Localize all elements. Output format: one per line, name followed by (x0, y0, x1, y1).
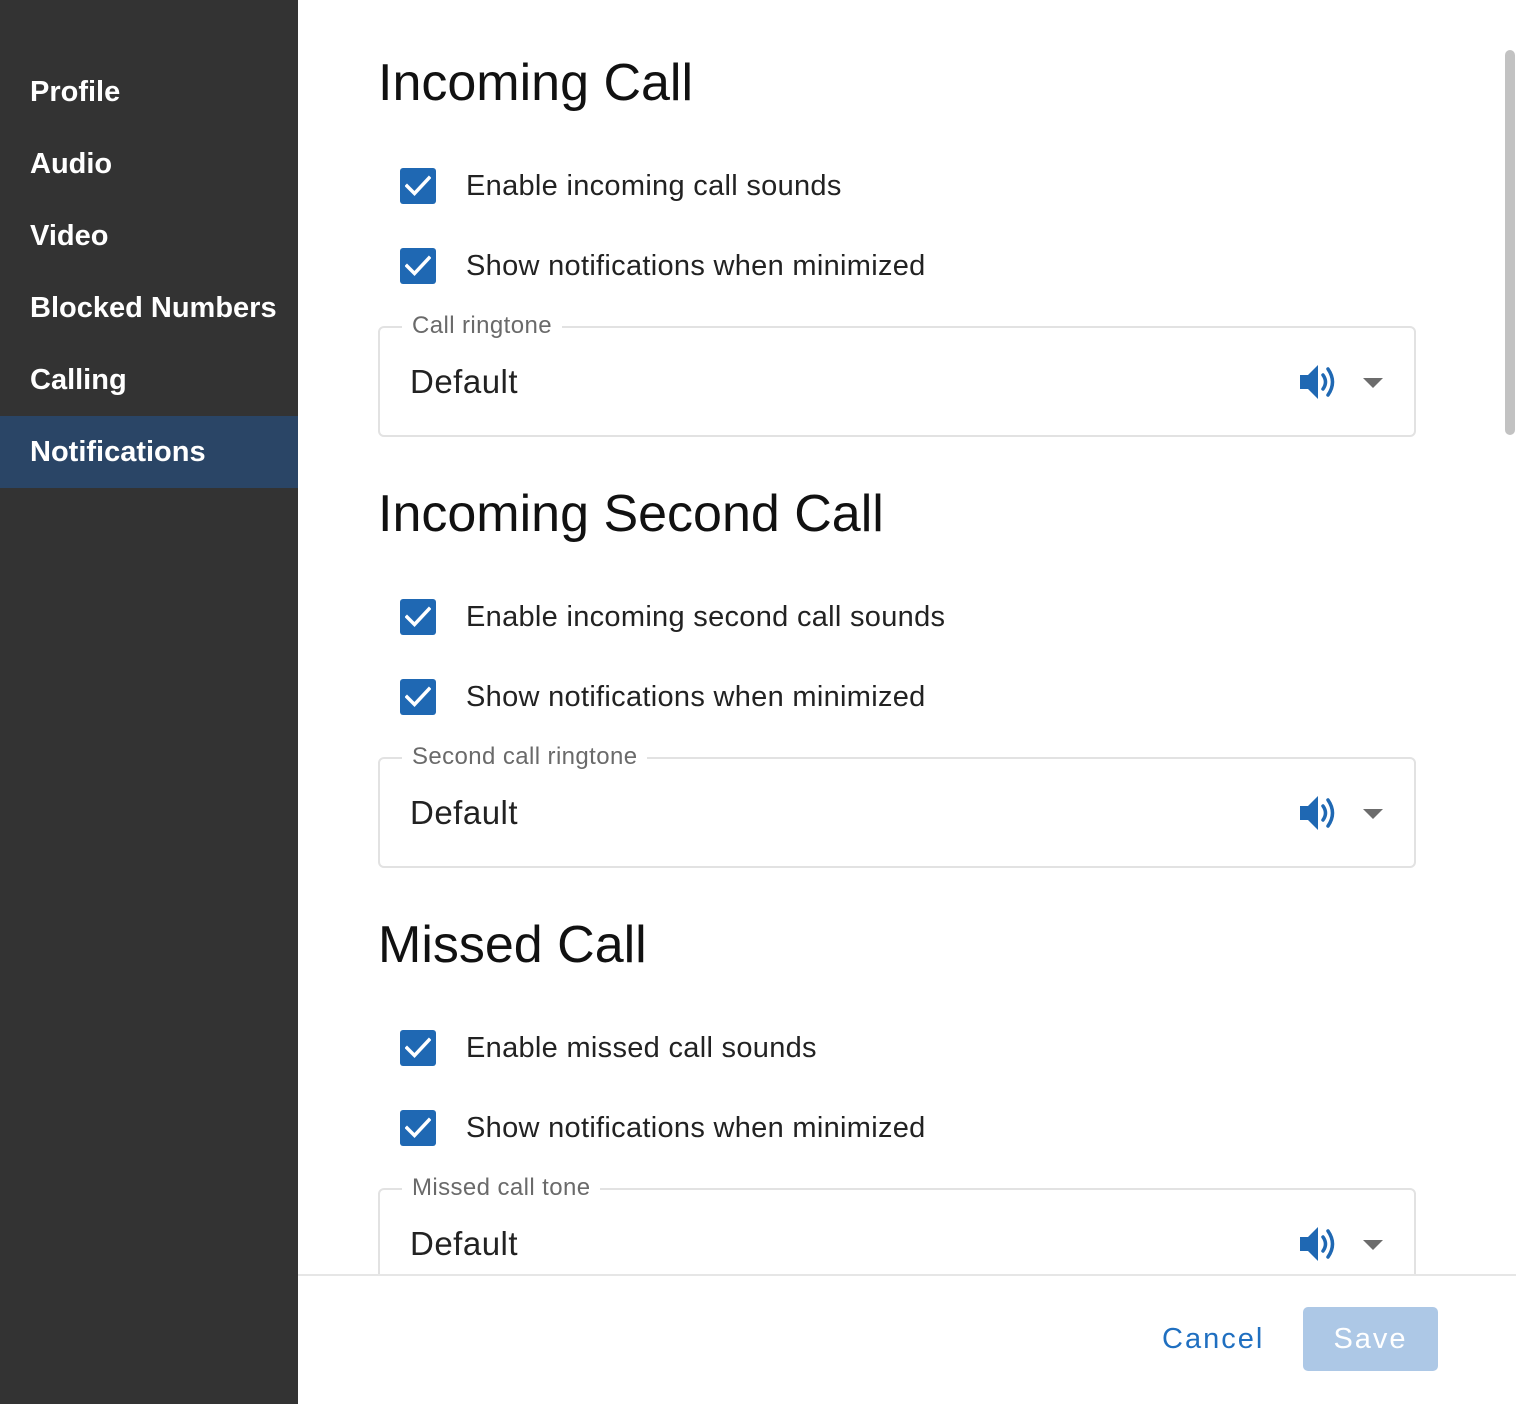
call-ringtone-select[interactable]: Call ringtone Default (378, 311, 1416, 437)
section-title: Incoming Second Call (378, 485, 884, 543)
cancel-button[interactable]: Cancel (1162, 1314, 1264, 1364)
dialog-footer: Cancel Save (298, 1274, 1516, 1404)
checkbox-checked-icon[interactable] (400, 599, 436, 635)
speaker-icon[interactable] (1298, 793, 1340, 833)
checkbox-checked-icon[interactable] (400, 1030, 436, 1066)
second-call-ringtone-select[interactable]: Second call ringtone Default (378, 742, 1416, 868)
field-label: Call ringtone (402, 311, 562, 341)
sidebar-item-audio[interactable]: Audio (0, 128, 298, 200)
show-notifications-minimized-checkbox[interactable]: Show notifications when minimized (400, 248, 926, 284)
incoming-second-call-section: Incoming Second Call Enable incoming sec… (378, 431, 1416, 868)
checkbox-checked-icon[interactable] (400, 679, 436, 715)
checkbox-label: Show notifications when minimized (466, 249, 926, 282)
show-notifications-minimized-checkbox[interactable]: Show notifications when minimized (400, 1110, 926, 1146)
field-label: Second call ringtone (402, 742, 648, 772)
checkbox-label: Enable incoming call sounds (466, 169, 842, 202)
settings-window: Profile Audio Video Blocked Numbers Call… (0, 0, 1516, 1404)
sidebar-item-calling[interactable]: Calling (0, 344, 298, 416)
section-title: Missed Call (378, 916, 647, 974)
chevron-down-icon[interactable] (1363, 378, 1383, 388)
checkbox-checked-icon[interactable] (400, 248, 436, 284)
sidebar-item-blocked-numbers[interactable]: Blocked Numbers (0, 272, 298, 344)
settings-sidebar: Profile Audio Video Blocked Numbers Call… (0, 0, 298, 1404)
checkbox-label: Enable incoming second call sounds (466, 600, 946, 633)
select-value: Default (410, 1225, 519, 1262)
speaker-icon[interactable] (1298, 362, 1340, 402)
save-button[interactable]: Save (1303, 1307, 1438, 1371)
vertical-scrollbar[interactable] (1500, 0, 1516, 1274)
scrollbar-thumb[interactable] (1505, 50, 1515, 435)
checkbox-checked-icon[interactable] (400, 168, 436, 204)
show-notifications-minimized-checkbox[interactable]: Show notifications when minimized (400, 679, 926, 715)
section-title: Incoming Call (378, 54, 694, 112)
checkbox-label: Enable missed call sounds (466, 1031, 817, 1064)
select-value: Default (410, 794, 519, 831)
enable-missed-call-sounds-checkbox[interactable]: Enable missed call sounds (400, 1030, 817, 1066)
field-label: Missed call tone (402, 1173, 601, 1203)
missed-call-section: Missed Call Enable missed call sounds Sh… (378, 862, 1416, 1274)
checkbox-label: Show notifications when minimized (466, 1111, 926, 1144)
enable-incoming-second-call-sounds-checkbox[interactable]: Enable incoming second call sounds (400, 599, 945, 635)
settings-content: Incoming Call Enable incoming call sound… (298, 0, 1516, 1274)
speaker-icon[interactable] (1298, 1224, 1340, 1264)
missed-call-tone-select[interactable]: Missed call tone Default (378, 1173, 1416, 1274)
checkbox-checked-icon[interactable] (400, 1110, 436, 1146)
chevron-down-icon[interactable] (1363, 809, 1383, 819)
chevron-down-icon[interactable] (1363, 1240, 1383, 1250)
sidebar-item-notifications[interactable]: Notifications (0, 416, 298, 488)
sidebar-item-video[interactable]: Video (0, 200, 298, 272)
sidebar-item-profile[interactable]: Profile (0, 56, 298, 128)
incoming-call-section: Incoming Call Enable incoming call sound… (378, 0, 1416, 437)
enable-incoming-call-sounds-checkbox[interactable]: Enable incoming call sounds (400, 168, 842, 204)
checkbox-label: Show notifications when minimized (466, 680, 926, 713)
select-value: Default (410, 363, 519, 400)
